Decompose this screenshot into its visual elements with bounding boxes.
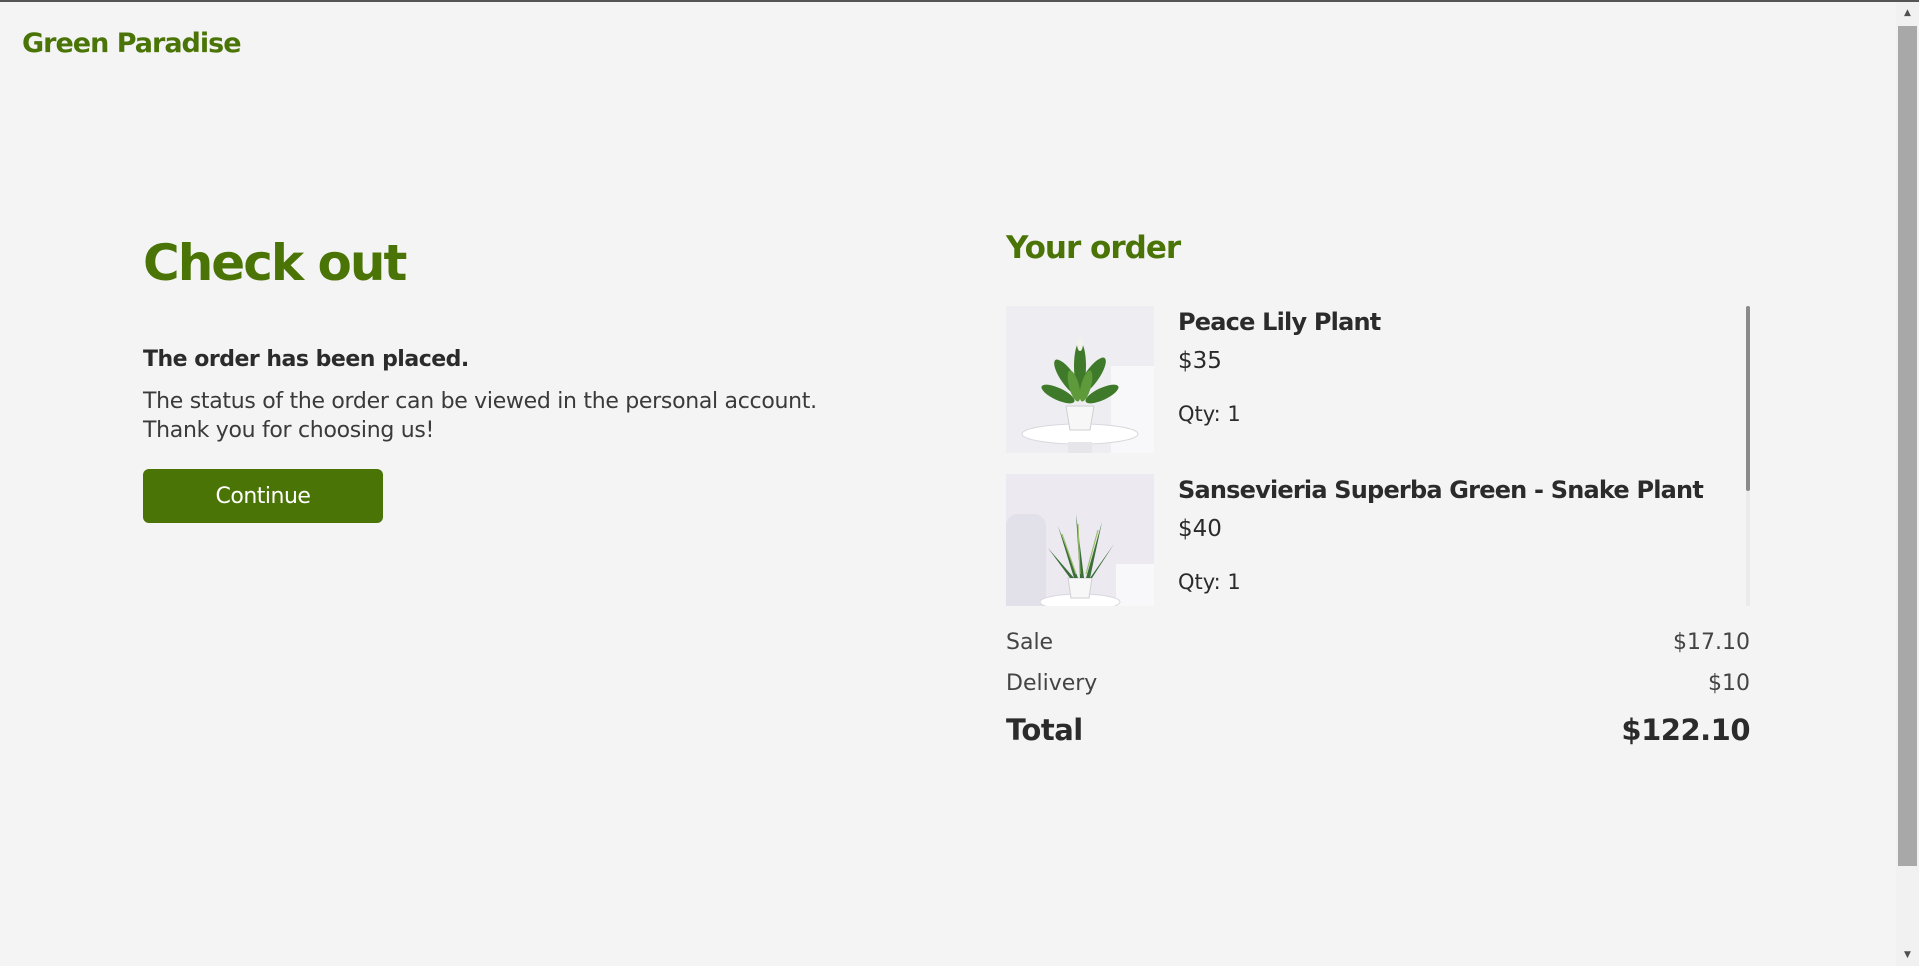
item-price: $40	[1178, 516, 1222, 542]
scroll-up-arrow-icon[interactable]: ▲	[1896, 2, 1919, 24]
sale-value: $17.10	[1673, 630, 1750, 655]
page-scrollbar-thumb[interactable]	[1898, 26, 1917, 866]
sale-label: Sale	[1006, 630, 1054, 655]
peace-lily-plant-image-icon	[1006, 306, 1154, 453]
item-name[interactable]: Sansevieria Superba Green - Snake Plant	[1178, 476, 1704, 504]
thank-you-line: Thank you for choosing us!	[143, 418, 435, 443]
delivery-value: $10	[1708, 671, 1750, 696]
continue-button[interactable]: Continue	[143, 469, 383, 523]
order-status-note: The status of the order can be viewed in…	[143, 387, 817, 445]
total-label: Total	[1006, 713, 1083, 747]
order-list-scroll-thumb[interactable]	[1746, 306, 1750, 491]
delivery-row: Delivery $10	[1006, 671, 1750, 696]
logo[interactable]: Green Paradise	[22, 28, 242, 59]
status-line: The status of the order can be viewed in…	[143, 389, 817, 414]
item-qty: Qty: 1	[1178, 570, 1241, 594]
snake-plant-image-icon	[1006, 474, 1154, 606]
total-value: $122.10	[1621, 713, 1750, 747]
order-title: Your order	[1006, 230, 1181, 266]
snake-plant-image	[1006, 474, 1154, 606]
checkout-page: Green Paradise Check out The order has b…	[0, 0, 1919, 966]
scroll-down-arrow-icon[interactable]: ▼	[1896, 944, 1919, 966]
peace-lily-plant-image	[1006, 306, 1154, 453]
item-name[interactable]: Peace Lily Plant	[1178, 308, 1381, 336]
sale-row: Sale $17.10	[1006, 630, 1750, 655]
page-title: Check out	[143, 234, 407, 292]
page-scrollbar[interactable]: ▲ ▼	[1896, 2, 1919, 966]
total-row: Total $122.10	[1006, 713, 1750, 747]
order-items-list[interactable]: Peace Lily Plant $35 Qty: 1 Sansevieria …	[1006, 306, 1752, 606]
order-item: Sansevieria Superba Green - Snake Plant …	[1006, 474, 1736, 606]
item-qty: Qty: 1	[1178, 402, 1241, 426]
order-placed-message: The order has been placed.	[143, 347, 469, 372]
order-item: Peace Lily Plant $35 Qty: 1	[1006, 306, 1736, 453]
item-price: $35	[1178, 348, 1222, 374]
delivery-label: Delivery	[1006, 671, 1098, 696]
